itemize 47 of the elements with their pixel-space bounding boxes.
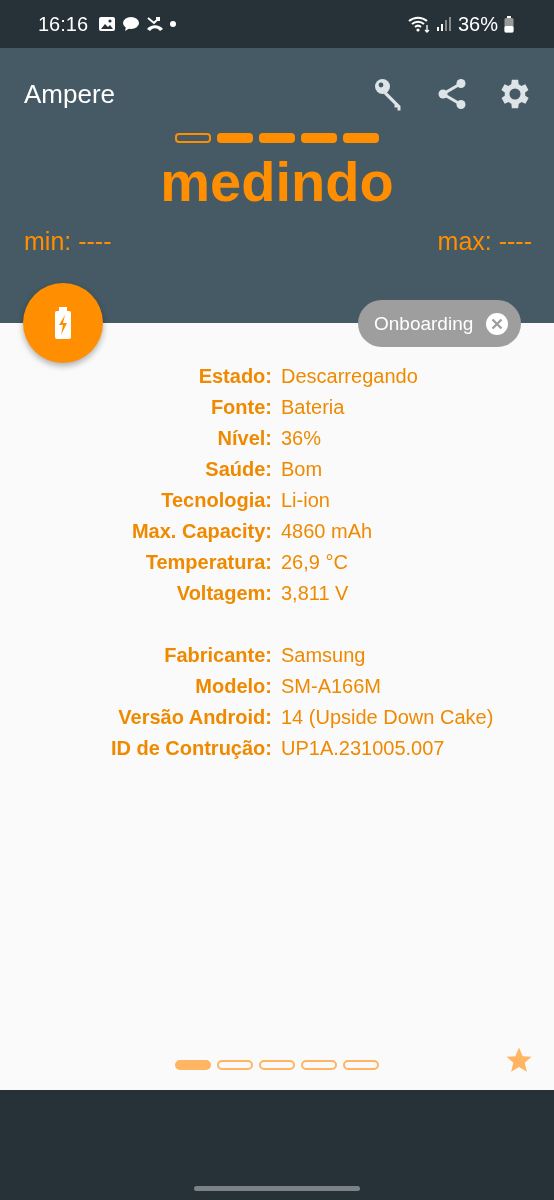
info-label: ID de Contrução: — [109, 736, 272, 761]
chat-icon — [122, 16, 141, 32]
info-label: Modelo: — [194, 674, 272, 699]
info-value: Bom — [281, 457, 324, 482]
info-label: Temperatura: — [144, 550, 272, 575]
app-title: Ampere — [24, 78, 116, 110]
wifi-icon — [407, 15, 430, 33]
info-label: Tecnologia: — [160, 488, 272, 513]
page-indicator[interactable] — [259, 1060, 295, 1070]
signal-icon — [435, 16, 452, 32]
info-label: Fonte: — [209, 395, 272, 420]
info-label: Voltagem: — [175, 581, 272, 606]
info-value: 4860 mAh — [281, 519, 374, 544]
info-value: UP1A.231005.007 — [281, 736, 446, 761]
status-time: 16:16 — [38, 12, 89, 36]
battery-icon — [504, 15, 514, 33]
info-label: Fabricante: — [163, 643, 272, 668]
onboarding-chip[interactable]: Onboarding — [358, 300, 522, 347]
info-value: 36% — [281, 426, 323, 451]
page-indicator[interactable] — [343, 1060, 379, 1070]
info-value: SM-A166M — [281, 674, 383, 699]
page-indicator[interactable] — [217, 1060, 253, 1070]
info-value: 3,811 V — [281, 581, 350, 606]
page-indicator[interactable] — [301, 1060, 337, 1070]
reading-text: medindo — [159, 149, 395, 215]
dot-icon — [170, 21, 177, 27]
close-icon[interactable] — [485, 311, 510, 336]
missed-call-icon — [146, 16, 165, 32]
info-value: Li-ion — [281, 488, 331, 513]
info-value: Bateria — [281, 395, 346, 420]
info-value: 26,9 °C — [281, 550, 349, 575]
max-value: max: ---- — [437, 227, 532, 256]
min-value: min: ---- — [24, 227, 112, 256]
info-label: Max. Capacity: — [130, 519, 272, 544]
page-indicator[interactable] — [175, 1060, 211, 1070]
info-label: Estado: — [197, 364, 272, 389]
info-value: 14 (Upside Down Cake) — [281, 705, 495, 730]
info-value: Descarregando — [281, 364, 419, 389]
info-label: Versão Android: — [117, 705, 272, 730]
image-icon — [98, 16, 117, 32]
info-label: Nível: — [216, 426, 272, 451]
battery-percent: 36% — [457, 12, 498, 36]
info-label: Saúde: — [204, 457, 272, 482]
battery-charging-icon — [53, 307, 73, 339]
info-value: Samsung — [281, 643, 367, 668]
home-handle[interactable] — [194, 1186, 360, 1191]
battery-fab[interactable] — [23, 283, 103, 363]
